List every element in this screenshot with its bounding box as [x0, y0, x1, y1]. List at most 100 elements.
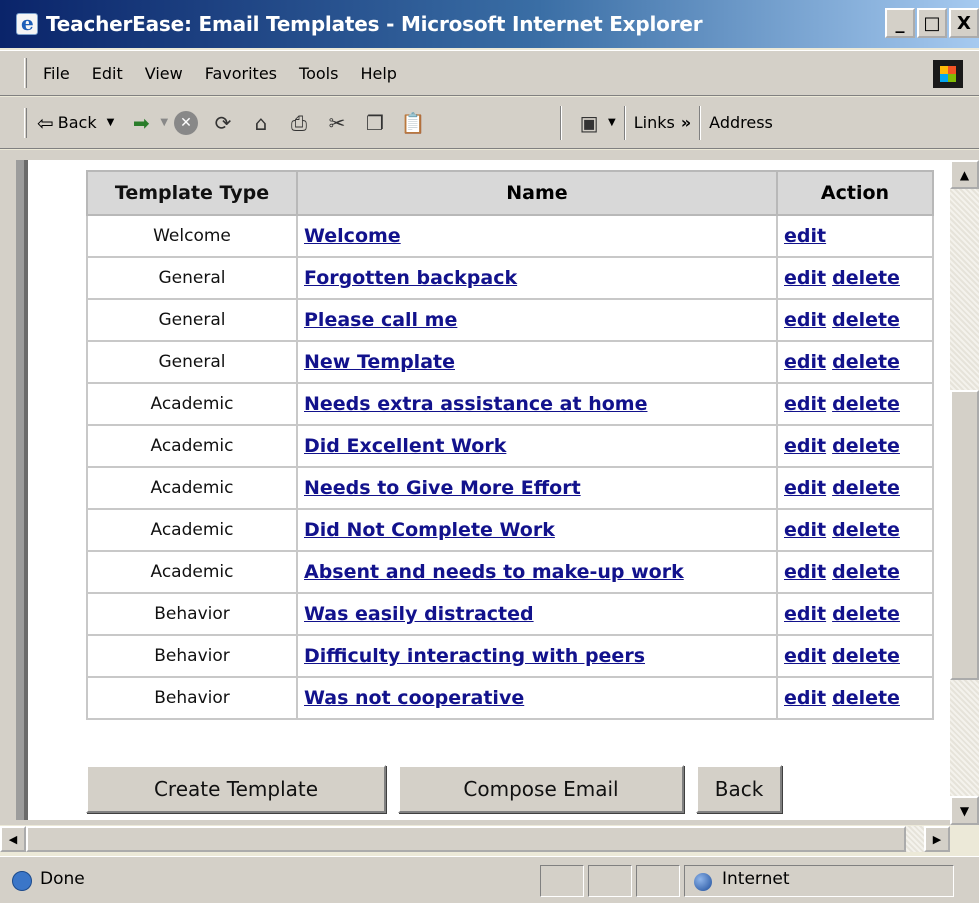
delete-link[interactable]: delete — [832, 351, 900, 373]
table-row: Behavior Was easily distracted edit delet… — [86, 592, 934, 636]
template-type: General — [86, 298, 298, 342]
menu-help[interactable]: Help — [360, 64, 396, 83]
vertical-scrollbar[interactable]: ▲ ▼ — [950, 160, 979, 825]
table-row: General New Template edit delete — [86, 340, 934, 384]
create-template-button[interactable]: Create Template — [86, 765, 386, 813]
header-action: Action — [776, 170, 934, 216]
edit-link[interactable]: edit — [784, 687, 826, 709]
edit-link[interactable]: edit — [784, 645, 826, 667]
template-type: Academic — [86, 550, 298, 594]
refresh-icon[interactable]: ⟳ — [210, 110, 236, 136]
page-frame: Template Type Name Action Welcome Welcom… — [16, 160, 950, 820]
delete-link[interactable]: delete — [832, 477, 900, 499]
edit-link[interactable]: edit — [784, 519, 826, 541]
status-bar: Done Internet — [0, 856, 979, 903]
stop-icon[interactable]: ✕ — [174, 110, 199, 135]
back-label: Back — [57, 113, 97, 132]
delete-link[interactable]: delete — [832, 603, 900, 625]
template-name-link[interactable]: Needs to Give More Effort — [304, 477, 581, 499]
template-name-link[interactable]: New Template — [304, 351, 455, 373]
table-row: Academic Needs to Give More Effort edit d… — [86, 466, 934, 510]
home-icon[interactable]: ⌂ — [248, 110, 274, 136]
template-name-link[interactable]: Forgotten backpack — [304, 267, 517, 289]
compose-email-button[interactable]: Compose Email — [398, 765, 684, 813]
table-row: Academic Did Not Complete Work edit delet… — [86, 508, 934, 552]
menu-edit[interactable]: Edit — [92, 64, 123, 83]
edit-link[interactable]: edit — [784, 393, 826, 415]
delete-link[interactable]: delete — [832, 393, 900, 415]
windows-logo-icon — [933, 60, 963, 88]
scroll-down-button[interactable]: ▼ — [950, 796, 979, 825]
horizontal-scroll-thumb[interactable] — [26, 826, 906, 852]
back-arrow-icon: ⇦ — [37, 110, 54, 135]
menu-view[interactable]: View — [145, 64, 183, 83]
edit-link[interactable]: edit — [784, 225, 826, 247]
forward-arrow-icon[interactable]: ➡ — [128, 110, 154, 136]
delete-link[interactable]: delete — [832, 435, 900, 457]
close-button[interactable]: X — [949, 8, 979, 38]
delete-link[interactable]: delete — [832, 645, 900, 667]
delete-link[interactable]: delete — [832, 519, 900, 541]
template-name-link[interactable]: Did Not Complete Work — [304, 519, 555, 541]
copy-icon[interactable]: ❐ — [362, 110, 388, 136]
security-zone: Internet — [722, 869, 790, 889]
edit-link[interactable]: edit — [784, 309, 826, 331]
menu-file[interactable]: File — [43, 64, 70, 83]
template-name-link[interactable]: Please call me — [304, 309, 457, 331]
horizontal-scrollbar[interactable]: ◀ ▶ — [0, 826, 950, 852]
delete-link[interactable]: delete — [832, 267, 900, 289]
template-type: Academic — [86, 466, 298, 510]
templates-table: Template Type Name Action Welcome Welcom… — [86, 170, 934, 720]
template-type: Academic — [86, 508, 298, 552]
dropdown-arrow-icon[interactable]: ▼ — [107, 117, 115, 128]
table-row: Behavior Was not cooperative edit delete — [86, 676, 934, 720]
edit-link[interactable]: edit — [784, 267, 826, 289]
edit-link[interactable]: edit — [784, 603, 826, 625]
minimize-button[interactable]: _ — [885, 8, 915, 38]
delete-link[interactable]: delete — [832, 561, 900, 583]
template-name-link[interactable]: Needs extra assistance at home — [304, 393, 647, 415]
scroll-left-button[interactable]: ◀ — [0, 826, 26, 852]
template-name-link[interactable]: Was easily distracted — [304, 603, 534, 625]
paste-icon[interactable]: 📋 — [400, 110, 426, 136]
scroll-right-button[interactable]: ▶ — [924, 826, 950, 852]
scroll-thumb[interactable] — [950, 390, 979, 680]
toolbar: ⇦ Back ▼ ➡ ▼ ✕ ⟳ ⌂ ⎙ ✂ ❐ 📋 ▣ ▼ Links » A… — [0, 97, 979, 149]
page-done-icon — [12, 871, 32, 891]
menu-favorites[interactable]: Favorites — [205, 64, 277, 83]
cut-icon[interactable]: ✂ — [324, 110, 350, 136]
template-name-link[interactable]: Did Excellent Work — [304, 435, 506, 457]
dropdown-arrow-icon[interactable]: ▼ — [608, 117, 616, 128]
delete-link[interactable]: delete — [832, 309, 900, 331]
table-row: Academic Absent and needs to make-up wor… — [86, 550, 934, 594]
template-name-link[interactable]: Difficulty interacting with peers — [304, 645, 645, 667]
content-area: Template Type Name Action Welcome Welcom… — [0, 150, 979, 825]
toolbar-grip — [24, 107, 27, 138]
table-header-row: Template Type Name Action — [86, 170, 934, 216]
maximize-button[interactable]: □ — [917, 8, 947, 38]
back-page-button[interactable]: Back — [696, 765, 782, 813]
template-name-link[interactable]: Was not cooperative — [304, 687, 524, 709]
translate-icon[interactable]: ▣ — [576, 110, 602, 136]
delete-link[interactable]: delete — [832, 687, 900, 709]
back-button[interactable]: ⇦ Back ▼ — [37, 111, 114, 135]
table-row: General Please call me edit delete — [86, 298, 934, 342]
template-name-link[interactable]: Welcome — [304, 225, 401, 247]
scroll-up-button[interactable]: ▲ — [950, 160, 979, 189]
edit-link[interactable]: edit — [784, 477, 826, 499]
template-type: Academic — [86, 382, 298, 426]
links-button[interactable]: Links » — [634, 113, 691, 132]
edit-link[interactable]: edit — [784, 351, 826, 373]
edit-link[interactable]: edit — [784, 435, 826, 457]
print-icon[interactable]: ⎙ — [286, 110, 312, 136]
template-type: Academic — [86, 424, 298, 468]
edit-link[interactable]: edit — [784, 561, 826, 583]
chevron-icon: » — [680, 113, 692, 132]
template-name-link[interactable]: Absent and needs to make-up work — [304, 561, 684, 583]
table-row: Academic Needs extra assistance at home … — [86, 382, 934, 426]
menu-tools[interactable]: Tools — [299, 64, 338, 83]
globe-icon — [694, 873, 712, 891]
status-text: Done — [40, 869, 85, 889]
dropdown-arrow-icon[interactable]: ▼ — [160, 117, 168, 128]
table-row: General Forgotten backpack edit delete — [86, 256, 934, 300]
